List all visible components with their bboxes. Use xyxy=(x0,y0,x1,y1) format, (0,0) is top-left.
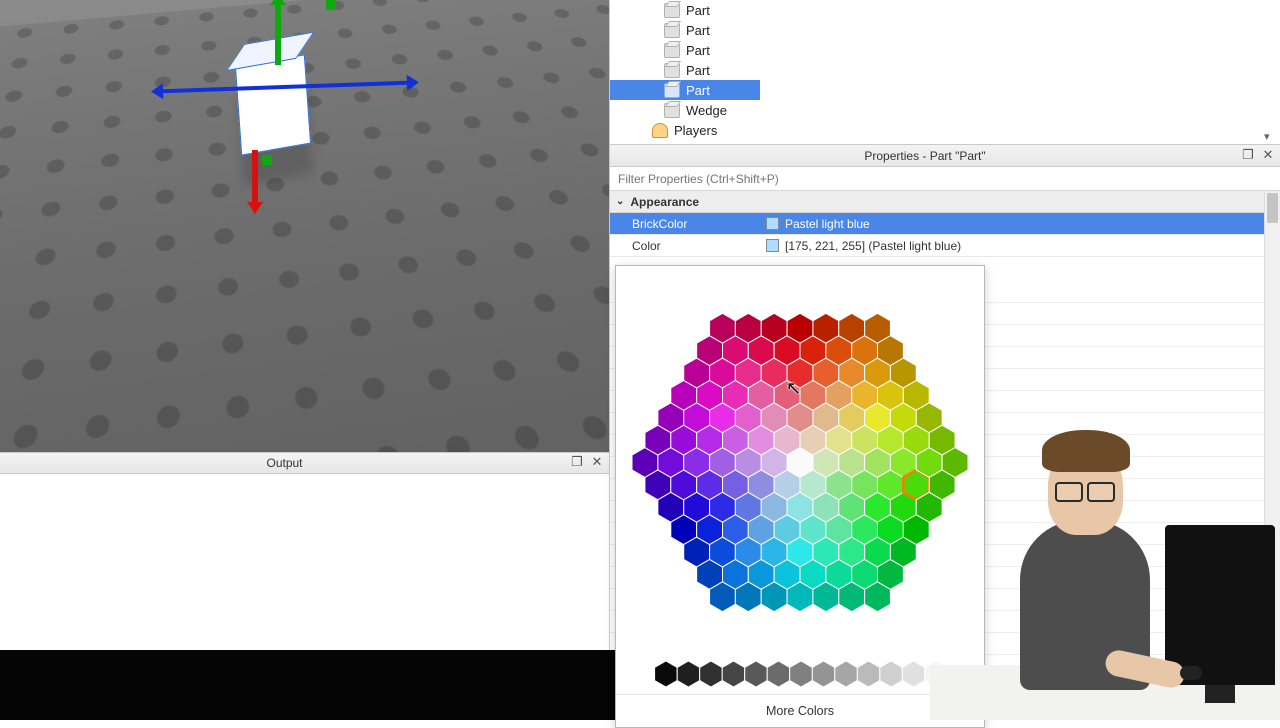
scrollbar-thumb[interactable] xyxy=(1267,193,1278,223)
gray-hex-cell[interactable] xyxy=(722,661,745,687)
explorer-item-part-selected[interactable]: Part xyxy=(610,80,760,100)
undock-icon[interactable]: ❐ xyxy=(569,455,585,471)
monitor-icon xyxy=(1165,525,1275,685)
filter-input[interactable] xyxy=(610,167,1280,190)
gray-hex-cell[interactable] xyxy=(700,661,723,687)
gray-hex-cell[interactable] xyxy=(902,661,925,687)
3d-viewport[interactable] xyxy=(0,0,609,452)
explorer-panel[interactable]: Part Part Part Part Part Wedge Players xyxy=(610,0,1280,145)
close-icon[interactable]: ✕ xyxy=(1260,148,1276,164)
output-panel-header: Output ❐ ✕ xyxy=(0,452,609,474)
gray-hex-cell[interactable] xyxy=(745,661,768,687)
wedge-icon xyxy=(664,103,680,118)
close-icon[interactable]: ✕ xyxy=(589,455,605,471)
gray-hex-cell[interactable] xyxy=(857,661,880,687)
gray-hex-cell[interactable] xyxy=(677,661,700,687)
players-icon xyxy=(652,123,668,138)
explorer-item-part[interactable]: Part xyxy=(610,60,1280,80)
properties-title: Properties - Part "Part" xyxy=(610,149,1240,163)
gray-hex-cell[interactable] xyxy=(880,661,903,687)
gray-hex-cell[interactable] xyxy=(835,661,858,687)
prop-brickcolor[interactable]: BrickColor Pastel light blue xyxy=(610,213,1280,235)
part-icon xyxy=(664,43,680,58)
section-appearance[interactable]: ⌄ Appearance xyxy=(610,191,1280,213)
move-axis-z[interactable] xyxy=(252,150,258,210)
explorer-item-wedge[interactable]: Wedge xyxy=(610,100,1280,120)
presenter-overlay xyxy=(930,430,1280,720)
move-handle[interactable] xyxy=(326,0,336,10)
part-icon xyxy=(664,23,680,38)
selected-part-3d[interactable] xyxy=(235,54,311,155)
color-swatch-icon xyxy=(766,217,779,230)
move-axis-y[interactable] xyxy=(275,0,281,65)
gray-hex-cell[interactable] xyxy=(812,661,835,687)
part-icon xyxy=(664,83,680,98)
output-title: Output xyxy=(0,456,569,470)
undock-icon[interactable]: ❐ xyxy=(1240,148,1256,164)
move-handle[interactable] xyxy=(262,155,272,165)
properties-panel-header: Properties - Part "Part" ❐ ✕ xyxy=(610,145,1280,167)
explorer-item-part[interactable]: Part xyxy=(610,20,1280,40)
part-icon xyxy=(664,3,680,18)
properties-filter[interactable] xyxy=(610,167,1280,191)
chevron-down-icon: ⌄ xyxy=(616,196,624,207)
explorer-item-part[interactable]: Part xyxy=(610,40,1280,60)
explorer-item-part[interactable]: Part xyxy=(610,0,1280,20)
gray-hex-cell[interactable] xyxy=(655,661,678,687)
chevron-down-icon[interactable] xyxy=(1264,128,1278,142)
color-swatch-icon xyxy=(766,239,779,252)
explorer-item-players[interactable]: Players xyxy=(610,120,1280,140)
hex-color-grid[interactable] xyxy=(616,266,984,659)
part-icon xyxy=(664,63,680,78)
prop-color[interactable]: Color [175, 221, 255] (Pastel light blue… xyxy=(610,235,1280,257)
more-colors-button[interactable]: More Colors xyxy=(616,694,984,727)
gray-hex-cell[interactable] xyxy=(767,661,790,687)
gray-hex-cell[interactable] xyxy=(790,661,813,687)
